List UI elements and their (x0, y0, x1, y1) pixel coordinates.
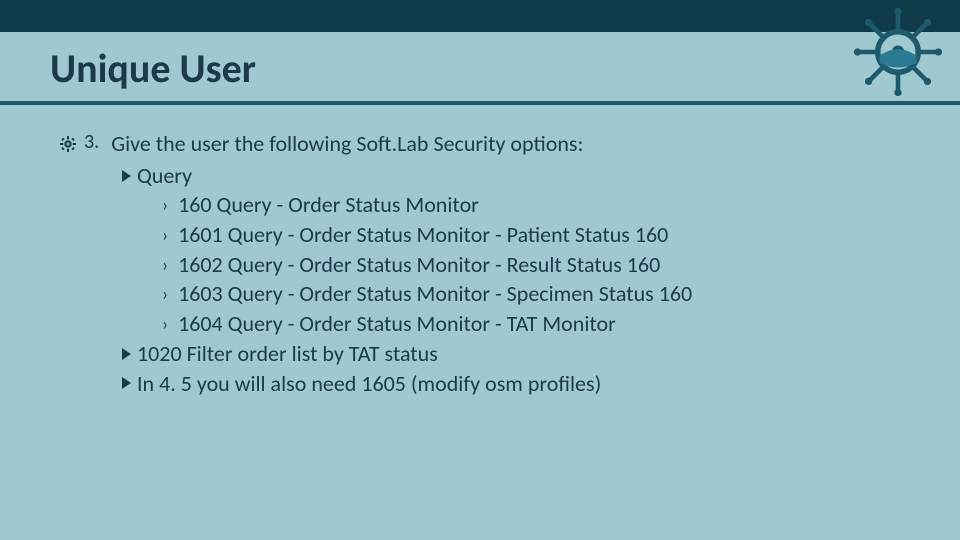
list-item: › 160 Query - Order Status Monitor (162, 190, 910, 220)
section-row: 1020 Filter order list by TAT status (122, 339, 910, 369)
triangle-bullet-icon (122, 170, 131, 182)
list-item: › 1604 Query - Order Status Monitor - TA… (162, 309, 910, 339)
triangle-bullet-icon (122, 348, 131, 360)
chevron-right-icon: › (162, 285, 168, 303)
step-number: 3. (84, 129, 99, 156)
section-label: 1020 Filter order list by TAT status (137, 339, 438, 369)
step-text: Give the user the following Soft.Lab Sec… (111, 129, 583, 159)
ships-wheel-logo (850, 4, 946, 100)
list-item: › 1603 Query - Order Status Monitor - Sp… (162, 279, 910, 309)
sections-block: Query › 160 Query - Order Status Monitor… (122, 161, 910, 399)
section-label: Query (137, 161, 192, 191)
list-item: › 1602 Query - Order Status Monitor - Re… (162, 250, 910, 280)
list-item: › 1601 Query - Order Status Monitor - Pa… (162, 220, 910, 250)
item-text: 1602 Query - Order Status Monitor - Resu… (178, 250, 660, 280)
section-row: Query (122, 161, 910, 191)
section-label: In 4. 5 you will also need 1605 (modify … (137, 369, 601, 399)
page-title: Unique User (50, 44, 256, 93)
chevron-right-icon: › (162, 315, 168, 333)
chevron-right-icon: › (162, 226, 168, 244)
chevron-right-icon: › (162, 256, 168, 274)
chevron-right-icon: › (162, 196, 168, 214)
section-row: In 4. 5 you will also need 1605 (modify … (122, 369, 910, 399)
item-text: 1601 Query - Order Status Monitor - Pati… (178, 220, 668, 250)
item-text: 1604 Query - Order Status Monitor - TAT … (178, 309, 616, 339)
triangle-bullet-icon (122, 377, 131, 389)
gear-bullet-icon (60, 136, 76, 152)
item-text: 1603 Query - Order Status Monitor - Spec… (178, 279, 692, 309)
item-text: 160 Query - Order Status Monitor (178, 190, 479, 220)
step-row: 3. Give the user the following Soft.Lab … (60, 129, 910, 159)
title-row: Unique User (0, 32, 960, 101)
header-top-bar (0, 0, 960, 32)
content-area: 3. Give the user the following Soft.Lab … (0, 105, 960, 398)
section-items: › 160 Query - Order Status Monitor › 160… (162, 190, 910, 338)
